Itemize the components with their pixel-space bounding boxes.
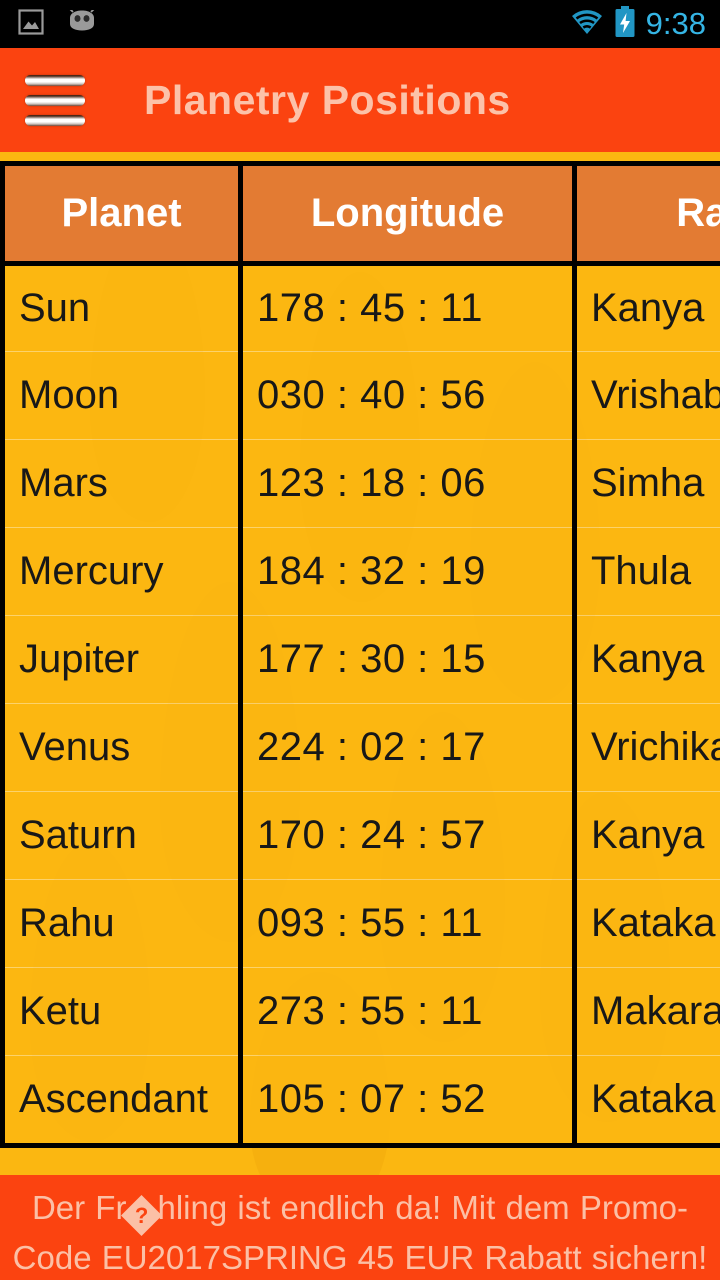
table-row[interactable]: Venus 224 : 02 : 17 Vrichika xyxy=(0,702,720,791)
table-row[interactable]: Jupiter 177 : 30 : 15 Kanya xyxy=(0,614,720,703)
cell-longitude: 224 : 02 : 17 xyxy=(238,702,577,791)
cell-planet: Rahu xyxy=(0,878,243,967)
table-row[interactable]: Ketu 273 : 55 : 11 Makara xyxy=(0,966,720,1055)
battery-charging-icon xyxy=(614,5,636,43)
ad-line2: Code EU2017SPRING 45 EUR Rabatt xyxy=(12,1239,582,1276)
menu-line-1 xyxy=(25,74,85,86)
table-row[interactable]: Rahu 093 : 55 : 11 Kataka xyxy=(0,878,720,967)
cell-planet: Mars xyxy=(0,438,243,527)
status-bar: 9:38 xyxy=(0,0,720,48)
screenshot-image-icon xyxy=(18,8,44,40)
wifi-icon xyxy=(570,8,604,41)
cell-planet: Mercury xyxy=(0,526,243,615)
android-bugdroid-icon xyxy=(66,7,98,39)
page-title: Planetry Positions xyxy=(144,76,511,123)
table-row[interactable]: Saturn 170 : 24 : 57 Kanya xyxy=(0,790,720,879)
table-row[interactable]: Mars 123 : 18 : 06 Simha xyxy=(0,438,720,527)
column-header-rasi: Rasi xyxy=(572,166,720,266)
status-bar-clock: 9:38 xyxy=(645,5,706,41)
content-area: Planet Longitude Rasi Sun 178 : 45 : 11 … xyxy=(0,152,720,1175)
phone-screen: 9:38 Planetry Positions Planet Longitude… xyxy=(0,0,720,1280)
cell-rasi: Vrichika xyxy=(572,702,720,791)
table-row[interactable]: Ascendant 105 : 07 : 52 Kataka xyxy=(0,1054,720,1143)
cell-rasi: Kataka xyxy=(572,1054,720,1143)
status-bar-right-icons: 9:38 xyxy=(570,5,706,43)
cell-rasi: Kanya xyxy=(572,263,720,351)
cell-rasi: Simha xyxy=(572,438,720,527)
table-row[interactable]: Mercury 184 : 32 : 19 Thula xyxy=(0,526,720,615)
cell-rasi: Kanya xyxy=(572,614,720,703)
cell-longitude: 170 : 24 : 57 xyxy=(238,790,577,879)
cell-longitude: 105 : 07 : 52 xyxy=(238,1054,577,1143)
cell-rasi: Thula xyxy=(572,526,720,615)
cell-rasi: Kataka xyxy=(572,878,720,967)
status-bar-left-icons xyxy=(18,7,98,40)
cell-planet: Sun xyxy=(0,263,243,351)
cell-planet: Moon xyxy=(0,350,243,439)
cell-rasi: Kanya xyxy=(572,790,720,879)
cell-planet: Ketu xyxy=(0,966,243,1055)
app-bar: Planetry Positions xyxy=(0,48,720,152)
table-row[interactable]: Sun 178 : 45 : 11 Kanya xyxy=(0,263,720,351)
planetary-positions-table: Planet Longitude Rasi Sun 178 : 45 : 11 … xyxy=(0,161,720,1148)
cell-planet: Venus xyxy=(0,702,243,791)
column-header-longitude: Longitude xyxy=(238,166,577,266)
table-row[interactable]: Moon 030 : 40 : 56 Vrishabha xyxy=(0,350,720,439)
cell-longitude: 184 : 32 : 19 xyxy=(238,526,577,615)
cell-longitude: 093 : 55 : 11 xyxy=(238,878,577,967)
menu-line-3 xyxy=(25,114,85,126)
cell-longitude: 177 : 30 : 15 xyxy=(238,614,577,703)
cell-rasi: Vrishabha xyxy=(572,350,720,439)
cell-longitude: 178 : 45 : 11 xyxy=(238,263,577,351)
cell-planet: Ascendant xyxy=(0,1054,243,1143)
menu-line-2 xyxy=(25,94,85,106)
cell-longitude: 030 : 40 : 56 xyxy=(238,350,577,439)
cell-planet: Jupiter xyxy=(0,614,243,703)
cell-rasi: Makara xyxy=(572,966,720,1055)
cell-longitude: 273 : 55 : 11 xyxy=(238,966,577,1055)
cell-planet: Saturn xyxy=(0,790,243,879)
cell-longitude: 123 : 18 : 06 xyxy=(238,438,577,527)
ad-banner[interactable]: Der Fr? hling ist endlich da! Mit dem Pro… xyxy=(0,1175,720,1280)
ad-banner-text: Der Fr? hling ist endlich da! Mit dem Pro… xyxy=(0,1175,720,1280)
ad-line1-part1: Der Fr xyxy=(31,1189,127,1226)
table-header-row: Planet Longitude Rasi xyxy=(0,166,720,266)
column-header-planet: Planet xyxy=(0,166,243,266)
ad-line1-part2: hling ist endlich da! Mit dem Promo- xyxy=(157,1189,689,1226)
hamburger-menu-icon[interactable] xyxy=(12,48,98,152)
